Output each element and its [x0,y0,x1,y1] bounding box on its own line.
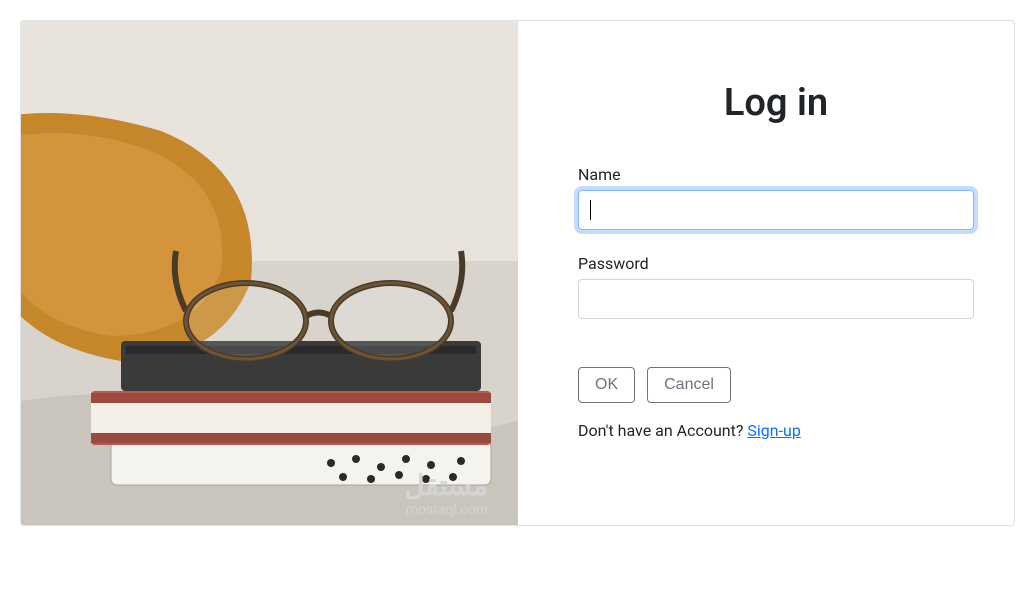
password-label: Password [578,254,974,273]
name-input[interactable] [578,190,974,230]
password-field-group: Password [578,254,974,319]
login-card: مستقل mostaql.com Log in Name Password O… [20,20,1015,526]
password-input[interactable] [578,279,974,319]
illustration-panel: مستقل mostaql.com [21,21,518,526]
ok-button[interactable]: OK [578,367,635,403]
login-form-panel: Log in Name Password OK Cancel Don't hav… [518,21,1014,525]
books-glasses-image [21,21,518,526]
text-cursor [590,200,591,220]
name-field-group: Name [578,165,974,230]
name-label: Name [578,165,974,184]
signup-link[interactable]: Sign-up [747,421,800,440]
cancel-button[interactable]: Cancel [647,367,731,403]
button-row: OK Cancel [578,367,974,403]
signup-row: Don't have an Account? Sign-up [578,421,974,440]
page-title: Log in [578,81,974,125]
signup-prompt: Don't have an Account? [578,421,747,440]
